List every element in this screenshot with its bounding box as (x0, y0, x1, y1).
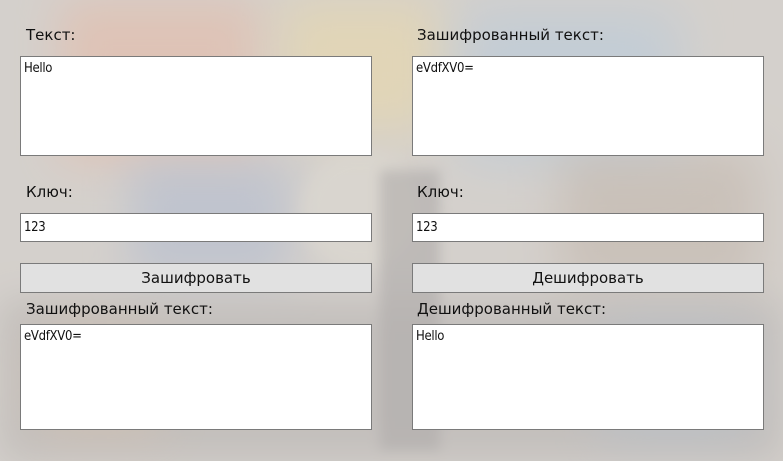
encrypted-result-output[interactable]: eVdfXV0= (20, 324, 372, 430)
decrypt-button[interactable]: Дешифровать (412, 263, 764, 293)
decrypt-key-label: Ключ: (417, 183, 464, 201)
decrypted-result-output[interactable]: Hello (412, 324, 764, 430)
encrypt-key-input[interactable] (20, 213, 372, 242)
cipher-text-label: Зашифрованный текст: (417, 26, 604, 44)
cipher-text-input[interactable]: eVdfXV0= (412, 56, 764, 156)
decrypt-key-input[interactable] (412, 213, 764, 242)
plain-text-input[interactable]: Hello (20, 56, 372, 156)
decrypted-result-label: Дешифрованный текст: (417, 300, 607, 318)
plain-text-label: Текст: (26, 26, 76, 44)
encrypt-button[interactable]: Зашифровать (20, 263, 372, 293)
encrypted-result-label: Зашифрованный текст: (26, 300, 213, 318)
encrypt-key-label: Ключ: (26, 183, 73, 201)
